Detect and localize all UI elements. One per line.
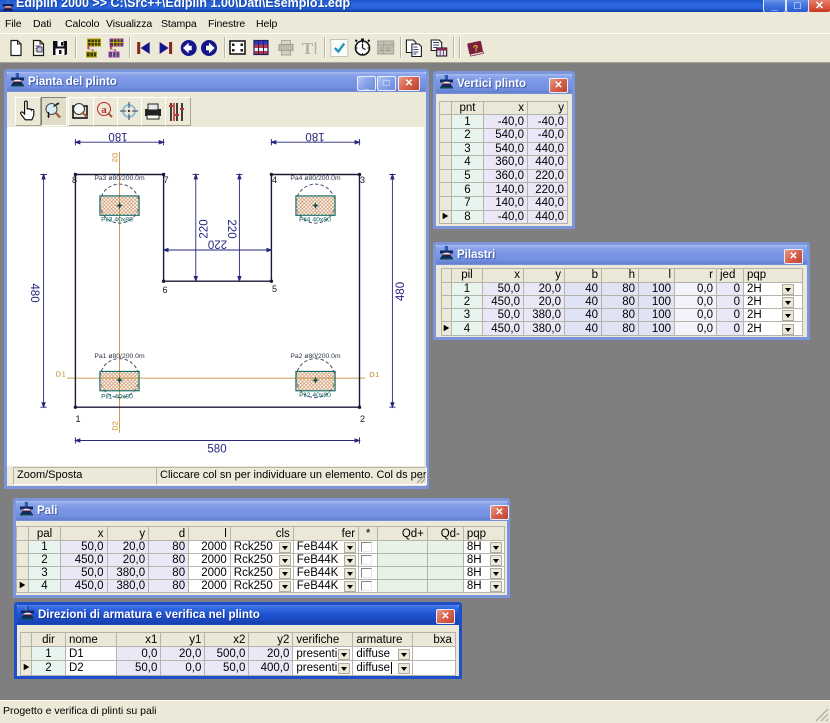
svg-text:220: 220 <box>208 238 227 250</box>
svg-text:180: 180 <box>108 130 127 142</box>
svg-text:2: 2 <box>360 414 365 424</box>
svg-text:Pil4 40x80: Pil4 40x80 <box>299 216 331 223</box>
svg-text:480: 480 <box>28 283 40 302</box>
svg-text:D1: D1 <box>56 370 67 379</box>
svg-text:Pil1 40x80: Pil1 40x80 <box>101 393 133 400</box>
svg-text:D2: D2 <box>111 421 120 431</box>
svg-text:Pil2 40x80: Pil2 40x80 <box>299 392 331 399</box>
svg-text:580: 580 <box>207 444 226 456</box>
svg-text:a: a <box>101 104 107 116</box>
svg-text:220: 220 <box>199 219 211 238</box>
svg-text:Pa4 ø80/200.0m: Pa4 ø80/200.0m <box>290 175 341 182</box>
svg-text:1: 1 <box>75 414 80 424</box>
svg-text:D1: D1 <box>369 370 380 379</box>
svg-text:5: 5 <box>272 284 277 294</box>
svg-text:D2: D2 <box>111 153 120 163</box>
svg-text:6: 6 <box>162 285 167 295</box>
svg-text:480: 480 <box>395 282 407 301</box>
svg-text:Pa1 ø80/200.0m: Pa1 ø80/200.0m <box>94 353 145 360</box>
svg-text:Pil3 40x80: Pil3 40x80 <box>101 216 133 223</box>
svg-text:3: 3 <box>360 175 365 185</box>
svg-text:Pa3 ø80/200.0m: Pa3 ø80/200.0m <box>94 175 145 182</box>
svg-text:220: 220 <box>225 219 237 238</box>
svg-text:Pa2 ø80/200.0m: Pa2 ø80/200.0m <box>290 353 341 360</box>
svg-text:180: 180 <box>305 130 324 142</box>
svg-text:7: 7 <box>163 175 168 185</box>
svg-text:T: T <box>302 39 314 58</box>
svg-text:8: 8 <box>72 175 77 185</box>
svg-text:4: 4 <box>272 175 277 185</box>
